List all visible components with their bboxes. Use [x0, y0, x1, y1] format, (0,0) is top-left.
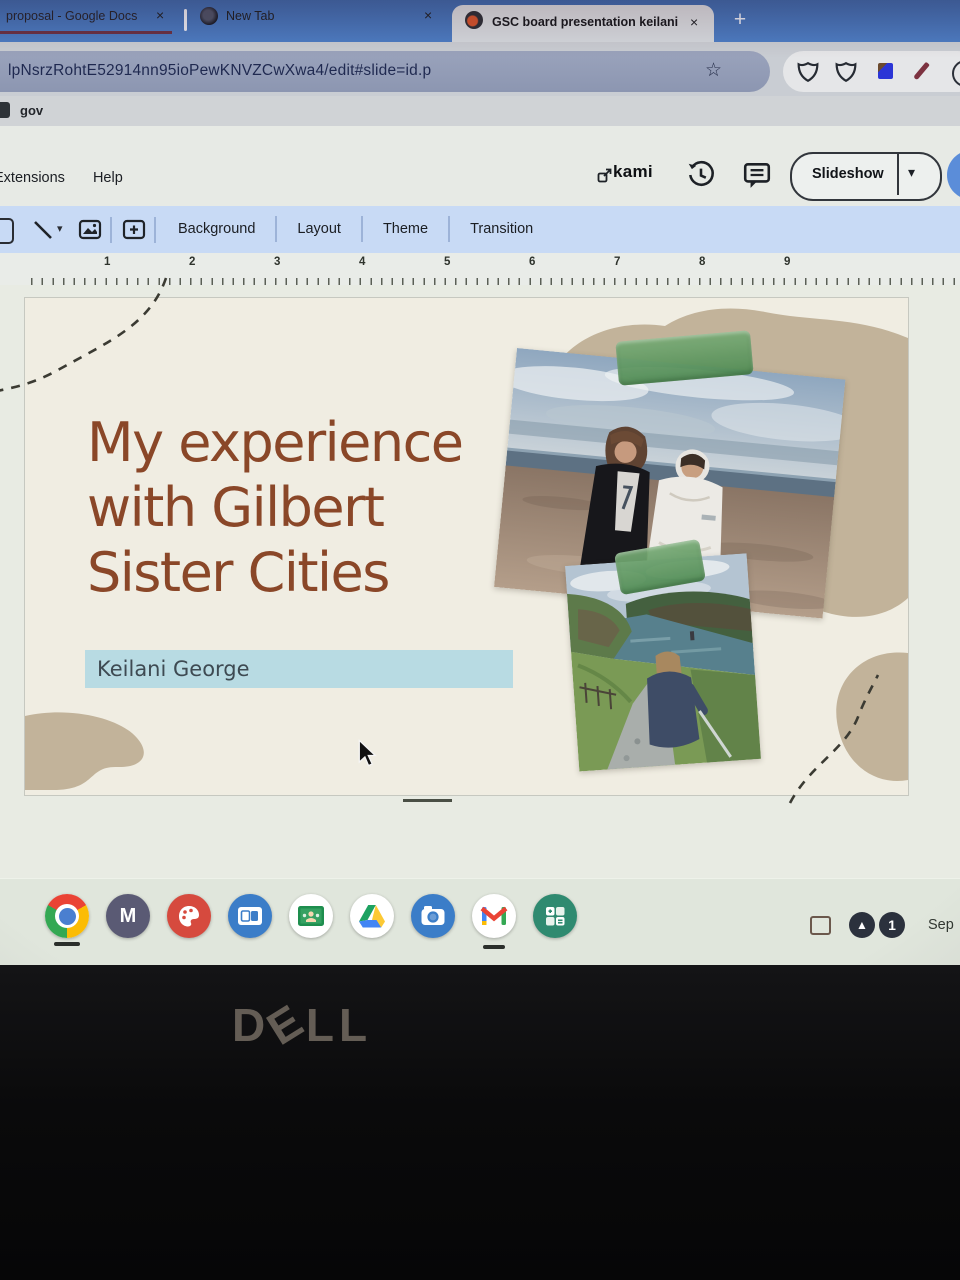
chrome-running-indicator [54, 942, 80, 946]
toolbar-divider [360, 216, 363, 242]
ruler-number: 4 [359, 256, 366, 268]
background-button[interactable]: Background [160, 221, 273, 237]
url-text: lpNsrzRohtE52914nn95ioPewKNVZCwXwa4/edit… [8, 62, 432, 79]
bookmarks-bar: gov [0, 96, 960, 126]
bookmark-star-icon[interactable]: ☆ [705, 59, 722, 82]
ruler-number: 6 [529, 256, 536, 268]
editor-canvas: My experience with Gilbert Sister Cities… [0, 277, 960, 878]
gmail-running-indicator [483, 945, 505, 949]
bookmark-favicon-icon [0, 102, 10, 118]
profile-icon[interactable] [952, 60, 960, 87]
ruler-number: 2 [189, 256, 196, 268]
new-tab-button[interactable]: + [728, 8, 752, 34]
laptop-bezel: DELL [0, 965, 960, 1280]
screencast-app-icon[interactable] [228, 894, 272, 938]
theme-button[interactable]: Theme [365, 221, 446, 237]
slideshow-label: Slideshow [812, 166, 884, 182]
gmail-app-icon[interactable] [472, 894, 516, 938]
line-tool-icon[interactable] [32, 219, 54, 241]
author-name: Keilani George [97, 657, 250, 681]
menu-extensions[interactable]: Extensions [0, 170, 65, 186]
ruler-number: 3 [274, 256, 281, 268]
tab-separator [184, 9, 187, 31]
tab-loading-underline [0, 31, 172, 34]
toolbar-divider [110, 217, 112, 243]
slides-header: Extensions Help kami Slideshow ▾ [0, 126, 960, 206]
laptop-photo: proposal - Google Docs × New Tab × GSC b… [0, 0, 960, 1280]
pencil-extension-icon[interactable] [913, 61, 930, 81]
ruler-ticks [22, 278, 960, 285]
slides-favicon-icon [465, 11, 483, 29]
image-icon[interactable] [78, 219, 102, 241]
ruler-number: 8 [699, 256, 706, 268]
canvas-app-icon[interactable] [167, 894, 211, 938]
chrome-icon[interactable] [45, 894, 89, 938]
title-line: Sister Cities [87, 541, 390, 604]
horizontal-ruler: 1 2 3 4 5 6 7 8 9 [0, 253, 960, 287]
camera-app-icon[interactable] [411, 894, 455, 938]
toolbar-buttons: Background Layout Theme Transition [160, 213, 551, 245]
button-divider [897, 154, 899, 195]
notification-count-badge[interactable]: 1 [879, 912, 905, 938]
title-line: with Gilbert [87, 476, 385, 539]
shield-icon[interactable] [835, 61, 857, 83]
toolbar-divider [275, 216, 278, 242]
bookmark-gov[interactable]: gov [20, 103, 43, 118]
subtitle-textbox[interactable]: Keilani George [85, 650, 513, 688]
ruler-number: 1 [104, 256, 111, 268]
extensions-area [783, 51, 960, 92]
browser-tab-strip: proposal - Google Docs × New Tab × GSC b… [0, 0, 960, 42]
close-icon[interactable]: × [424, 7, 432, 23]
notification-icon[interactable] [810, 916, 831, 935]
tab-gsc-presentation[interactable]: GSC board presentation keilani × [452, 5, 714, 42]
menu-bar: Extensions Help [0, 170, 123, 186]
tab-proposal-docs[interactable]: proposal - Google Docs [6, 9, 154, 23]
notes-divider-handle[interactable] [403, 799, 452, 802]
cube-extension-icon[interactable] [878, 63, 893, 79]
kami-button[interactable]: kami [613, 162, 653, 182]
chevron-down-icon[interactable]: ▾ [908, 164, 915, 181]
chevron-down-icon[interactable]: ▾ [57, 222, 63, 235]
close-icon[interactable]: × [690, 14, 698, 30]
ruler-number: 5 [444, 256, 451, 268]
calculator-app-icon[interactable] [533, 894, 577, 938]
layout-button[interactable]: Layout [279, 221, 359, 237]
close-icon[interactable]: × [156, 7, 164, 23]
new-tab-favicon-icon [200, 7, 218, 25]
account-avatar[interactable] [947, 150, 960, 200]
external-link-icon [597, 168, 612, 183]
comment-icon[interactable] [742, 160, 772, 190]
laptop-screen: proposal - Google Docs × New Tab × GSC b… [0, 0, 960, 965]
address-bar[interactable]: lpNsrzRohtE52914nn95ioPewKNVZCwXwa4/edit… [0, 51, 770, 92]
drive-app-icon[interactable] [350, 894, 394, 938]
ruler-number: 7 [614, 256, 621, 268]
active-tab-title: GSC board presentation keilani [492, 15, 679, 29]
slide-canvas[interactable]: My experience with Gilbert Sister Cities… [25, 298, 908, 795]
transition-button[interactable]: Transition [452, 221, 551, 237]
slide-title[interactable]: My experience with Gilbert Sister Cities [87, 410, 464, 605]
menu-help[interactable]: Help [93, 170, 123, 186]
slideshow-button[interactable]: Slideshow ▾ [790, 152, 942, 201]
toolbar-divider [448, 216, 451, 242]
slides-toolbar: ▾ Background Layout Theme Transition [0, 206, 960, 253]
caret-up-icon[interactable]: ▲ [849, 912, 875, 938]
tab-new-tab[interactable]: New Tab [226, 9, 406, 23]
ruler-number: 9 [784, 256, 791, 268]
status-date[interactable]: Sep [928, 917, 954, 933]
shield-icon[interactable] [797, 61, 819, 83]
title-line: My experience [87, 411, 464, 474]
text-box-icon[interactable] [122, 219, 146, 241]
classroom-app-icon[interactable] [289, 894, 333, 938]
browser-toolbar: lpNsrzRohtE52914nn95ioPewKNVZCwXwa4/edit… [0, 42, 960, 96]
chromeos-shelf: M ▲ 1 Sep [0, 878, 960, 965]
mouse-cursor [358, 739, 377, 767]
shelf-app-icons: M [45, 894, 577, 938]
dell-logo: DELL [232, 991, 373, 1055]
m-app-icon[interactable]: M [106, 894, 150, 938]
select-icon[interactable] [0, 218, 14, 244]
toolbar-divider [154, 217, 156, 243]
history-icon[interactable] [686, 160, 716, 190]
